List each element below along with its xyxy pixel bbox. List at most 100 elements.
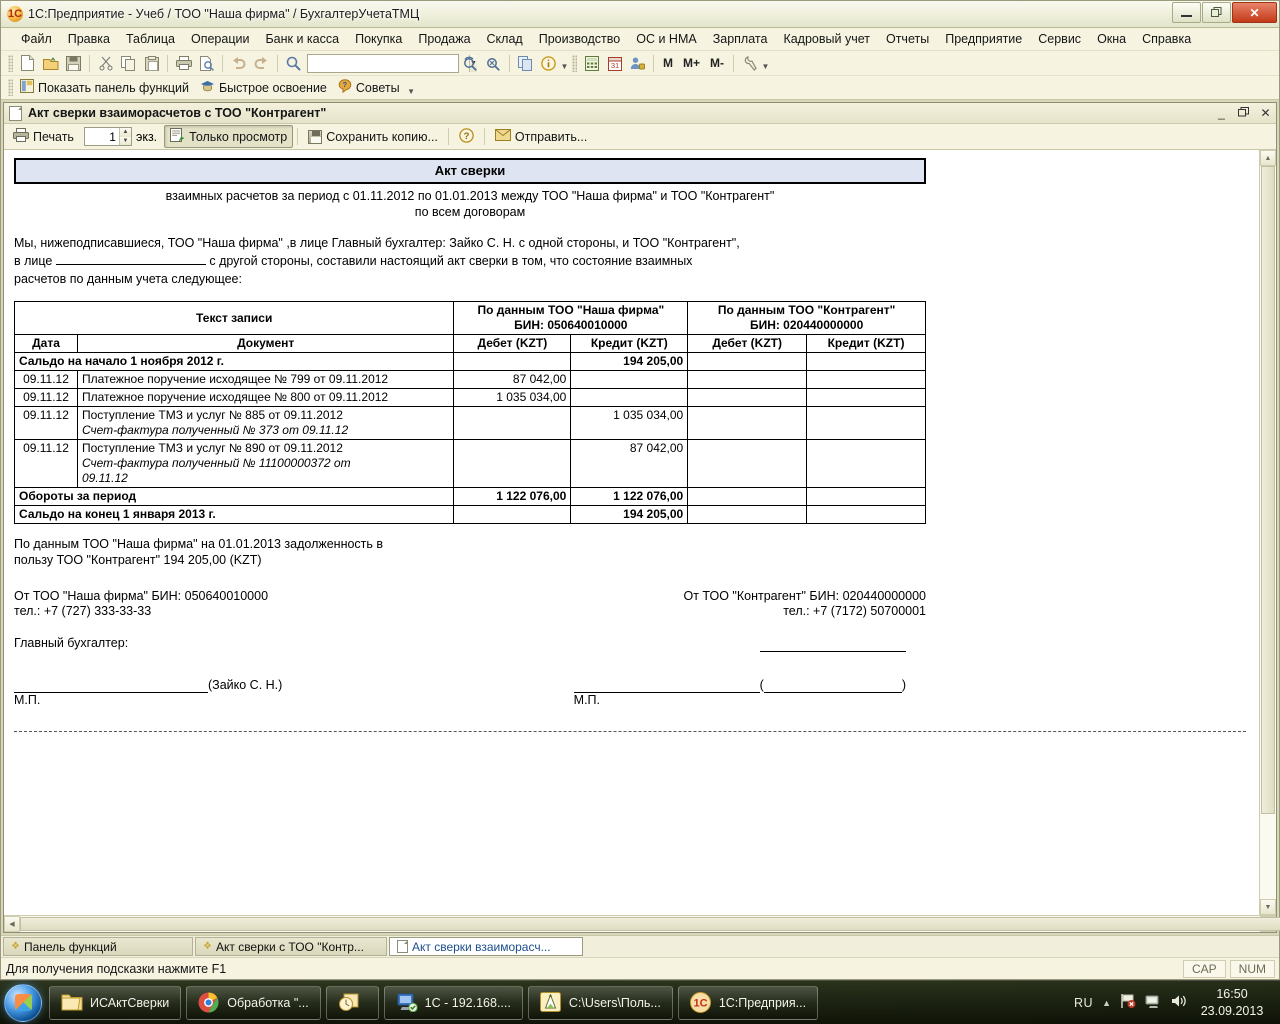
window-tab-act-sverki-contr[interactable]: ❖ Акт сверки с ТОО "Контр... — [195, 937, 387, 956]
taskbar-item-onec-enterprise[interactable]: 1C 1С:Предприя... — [677, 985, 819, 1020]
menu-item-bank-cash[interactable]: Банк и касса — [257, 30, 347, 48]
help-button[interactable]: ? — [453, 125, 480, 149]
show-functions-panel-button[interactable]: Показать панель функций — [16, 77, 196, 98]
menu-item-service[interactable]: Сервис — [1030, 30, 1089, 48]
table-row[interactable]: 09.11.12 Поступление ТМЗ и услуг № 885 о… — [14, 406, 926, 441]
cancel-search-icon[interactable] — [483, 53, 504, 73]
volume-icon[interactable] — [1171, 994, 1187, 1011]
memory-minus-button[interactable]: M- — [706, 53, 728, 73]
taskbar-item-chrome[interactable]: Обработка "... — [186, 985, 321, 1020]
report-restore-button[interactable] — [1237, 106, 1250, 120]
menu-item-operations[interactable]: Операции — [183, 30, 257, 48]
calendar-icon[interactable]: 31 — [604, 53, 625, 73]
language-indicator[interactable]: RU — [1074, 996, 1093, 1010]
table-row[interactable]: Сальдо на начало 1 ноября 2012 г. 194 20… — [13, 352, 926, 372]
info-icon[interactable] — [538, 53, 559, 73]
scroll-down-button[interactable]: ▼ — [1260, 899, 1276, 915]
copies-stepper[interactable]: ▲ ▼ — [83, 127, 132, 146]
vertical-scrollbar[interactable]: ▲ ▼ — [1259, 150, 1276, 915]
report-close-button[interactable]: ✕ — [1259, 106, 1272, 120]
menu-item-edit[interactable]: Правка — [60, 30, 118, 48]
taskbar-item-explorer-users[interactable]: C:\Users\Поль... — [527, 985, 673, 1020]
menu-item-warehouse[interactable]: Склад — [479, 30, 531, 48]
undo-icon[interactable] — [228, 53, 249, 73]
copies-input[interactable] — [84, 128, 119, 145]
quick-start-button[interactable]: Быстрое освоение — [196, 78, 334, 98]
menu-item-hr[interactable]: Кадровый учет — [775, 30, 878, 48]
search-input[interactable] — [308, 54, 469, 72]
copy-rows-icon[interactable] — [515, 53, 536, 73]
menu-item-salary[interactable]: Зарплата — [705, 30, 776, 48]
restore-button[interactable] — [1202, 2, 1231, 23]
menu-item-reports[interactable]: Отчеты — [878, 30, 937, 48]
menu-item-sale[interactable]: Продажа — [410, 30, 478, 48]
window-tab-act-sverki-report[interactable]: Акт сверки взаиморасч... — [389, 937, 583, 956]
cut-icon[interactable] — [95, 53, 116, 73]
tips-button[interactable]: ? Советы — [334, 77, 407, 98]
print-button[interactable]: Печать — [7, 125, 80, 148]
horizontal-scroll-thumb[interactable] — [20, 917, 1280, 931]
send-button[interactable]: Отправить... — [489, 126, 593, 147]
window-tab-functions-panel[interactable]: ❖ Панель функций — [3, 937, 193, 956]
find-icon[interactable] — [283, 53, 304, 73]
table-row[interactable]: 09.11.12 Платежное поручение исходящее №… — [14, 370, 926, 390]
report-minimize-button[interactable]: _ — [1215, 106, 1228, 120]
user-settings-icon[interactable] — [627, 53, 648, 73]
search-combobox[interactable]: ▼ — [307, 53, 477, 73]
menu-item-purchase[interactable]: Покупка — [347, 30, 410, 48]
copy-icon[interactable] — [118, 53, 139, 73]
spreadsheet-canvas[interactable]: Акт сверки взаимных расчетов за период с… — [4, 150, 1259, 915]
paste-icon[interactable] — [141, 53, 162, 73]
show-functions-panel-label: Показать панель функций — [38, 80, 189, 95]
copies-increment-button[interactable]: ▲ — [119, 128, 131, 137]
redo-icon[interactable] — [251, 53, 272, 73]
vertical-scroll-track[interactable] — [1260, 166, 1276, 899]
open-document-icon[interactable] — [40, 53, 61, 73]
menu-item-enterprise[interactable]: Предприятие — [937, 30, 1030, 48]
taskbar-item-remote-desktop[interactable]: 1C - 192.168.... — [383, 985, 523, 1020]
menu-item-file[interactable]: Файл — [13, 30, 60, 48]
menu-item-fixed-assets[interactable]: ОС и НМА — [628, 30, 704, 48]
menu-item-production[interactable]: Производство — [531, 30, 629, 48]
minimize-button[interactable] — [1172, 2, 1201, 23]
table-row[interactable]: Обороты за период 1 122 076,00 1 122 076… — [13, 487, 926, 507]
close-button[interactable]: ✕ — [1232, 2, 1277, 23]
horizontal-scrollbar[interactable]: ◀ ▶ — [4, 915, 1280, 932]
save-copy-button[interactable]: Сохранить копию... — [302, 127, 444, 147]
menu-item-table[interactable]: Таблица — [118, 30, 183, 48]
flag-icon[interactable] — [1120, 993, 1136, 1012]
toolbar2-overflow-caret[interactable]: ▼ — [407, 78, 416, 98]
new-document-icon[interactable] — [17, 53, 38, 73]
start-button[interactable] — [4, 983, 42, 1022]
toolbar-grip[interactable] — [572, 54, 577, 72]
copies-decrement-button[interactable]: ▼ — [119, 136, 131, 145]
menu-item-windows[interactable]: Окна — [1089, 30, 1134, 48]
scroll-left-button[interactable]: ◀ — [4, 916, 20, 932]
scroll-up-button[interactable]: ▲ — [1260, 150, 1276, 166]
save-icon[interactable] — [63, 53, 84, 73]
horizontal-scroll-track[interactable] — [20, 916, 1280, 932]
table-row[interactable]: 09.11.12 Платежное поручение исходящее №… — [14, 388, 926, 408]
calculator-icon[interactable] — [581, 53, 602, 73]
taskbar-item-outlook[interactable] — [325, 985, 379, 1020]
refresh-search-icon[interactable] — [460, 53, 481, 73]
print-preview-icon[interactable] — [196, 53, 217, 73]
toolbar-overflow-caret[interactable]: ▼ — [761, 53, 770, 73]
wrench-icon[interactable] — [739, 53, 760, 73]
toolbar-grip[interactable] — [8, 54, 13, 72]
view-only-toggle[interactable]: Только просмотр — [164, 125, 294, 148]
table-row[interactable]: Сальдо на конец 1 января 2013 г. 194 205… — [13, 505, 926, 525]
taskbar-item-isaktsverki[interactable]: ИСАктСверки — [49, 985, 182, 1020]
network-icon[interactable] — [1145, 994, 1162, 1012]
info-dropdown-caret[interactable]: ▼ — [560, 53, 569, 73]
toolbar-grip[interactable] — [8, 79, 13, 96]
print-icon[interactable] — [173, 53, 194, 73]
table-row[interactable]: 09.11.12 Поступление ТМЗ и услуг № 890 о… — [14, 439, 926, 489]
memory-recall-button[interactable]: M — [659, 53, 677, 73]
copies-spin-buttons[interactable]: ▲ ▼ — [118, 128, 131, 145]
taskbar-clock[interactable]: 16:50 23.09.2013 — [1196, 986, 1268, 1020]
menu-item-help[interactable]: Справка — [1134, 30, 1199, 48]
show-hidden-icons-button[interactable]: ▲ — [1102, 998, 1111, 1008]
memory-plus-button[interactable]: M+ — [679, 53, 704, 73]
vertical-scroll-thumb[interactable] — [1261, 166, 1275, 814]
